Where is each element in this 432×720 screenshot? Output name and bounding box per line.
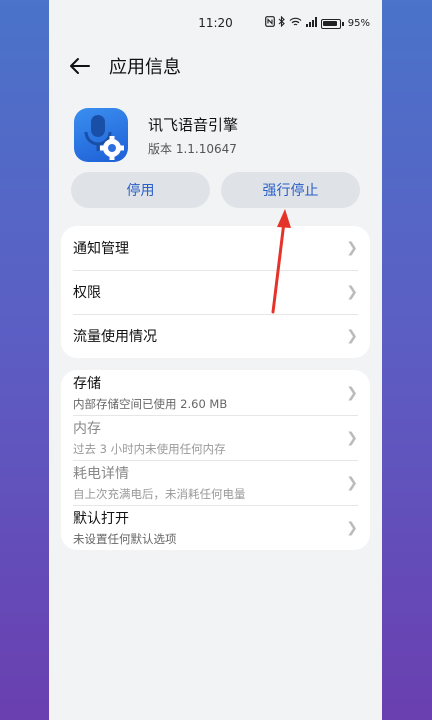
nfc-icon (264, 16, 275, 31)
settings-card-resources: 存储 内部存储空间已使用 2.60 MB ❯ 内存 过去 3 小时内未使用任何内… (61, 370, 370, 550)
back-arrow-icon[interactable] (69, 55, 91, 77)
force-stop-button[interactable]: 强行停止 (221, 172, 360, 208)
notification-management-row[interactable]: 通知管理 ❯ (61, 226, 370, 270)
chevron-right-icon: ❯ (346, 328, 358, 344)
chevron-right-icon: ❯ (346, 284, 358, 300)
battery-usage-row[interactable]: 耗电详情 自上次充满电后，未消耗任何电量 ❯ (61, 460, 370, 505)
row-subtitle: 过去 3 小时内未使用任何内存 (73, 442, 226, 456)
data-usage-row[interactable]: 流量使用情况 ❯ (61, 314, 370, 358)
open-by-default-row[interactable]: 默认打开 未设置任何默认选项 ❯ (61, 505, 370, 550)
row-label: 存储 (73, 376, 101, 392)
row-subtitle: 内部存储空间已使用 2.60 MB (73, 397, 228, 411)
disable-button[interactable]: 停用 (71, 172, 210, 208)
microphone-gear-app-icon (74, 108, 128, 162)
row-subtitle: 自上次充满电后，未消耗任何电量 (73, 487, 246, 501)
app-header: 讯飞语音引擎 版本 1.1.10647 (49, 86, 382, 162)
row-label: 内存 (73, 421, 101, 437)
title-bar: 应用信息 (49, 46, 382, 86)
app-version: 版本 1.1.10647 (148, 141, 237, 156)
action-buttons: 停用 强行停止 (49, 162, 382, 208)
page-title: 应用信息 (109, 57, 181, 78)
phone-screen: 11:20 95% 应用信息 讯飞语音引擎 版本 1.1.10647 停用 强行… (49, 0, 382, 720)
status-icons: 95% (264, 15, 370, 31)
status-bar: 11:20 95% (49, 0, 382, 46)
wifi-icon (289, 17, 302, 31)
bluetooth-icon (278, 15, 286, 31)
row-subtitle: 未设置任何默认选项 (73, 532, 177, 546)
battery-icon (320, 18, 344, 29)
row-label: 权限 (73, 285, 101, 301)
settings-card-general: 通知管理 ❯ 权限 ❯ 流量使用情况 ❯ (61, 226, 370, 358)
chevron-right-icon: ❯ (346, 429, 358, 446)
app-name: 讯飞语音引擎 (148, 115, 239, 134)
chevron-right-icon: ❯ (346, 519, 358, 536)
chevron-right-icon: ❯ (346, 384, 358, 401)
row-label: 通知管理 (73, 241, 129, 257)
chevron-right-icon: ❯ (346, 474, 358, 491)
row-label: 流量使用情况 (73, 329, 157, 345)
battery-percent: 95% (347, 18, 370, 29)
storage-row[interactable]: 存储 内部存储空间已使用 2.60 MB ❯ (61, 370, 370, 415)
row-label: 耗电详情 (73, 466, 129, 482)
chevron-right-icon: ❯ (346, 240, 358, 256)
signal-icon (305, 16, 318, 31)
memory-row[interactable]: 内存 过去 3 小时内未使用任何内存 ❯ (61, 415, 370, 460)
row-label: 默认打开 (73, 511, 129, 527)
permissions-row[interactable]: 权限 ❯ (61, 270, 370, 314)
